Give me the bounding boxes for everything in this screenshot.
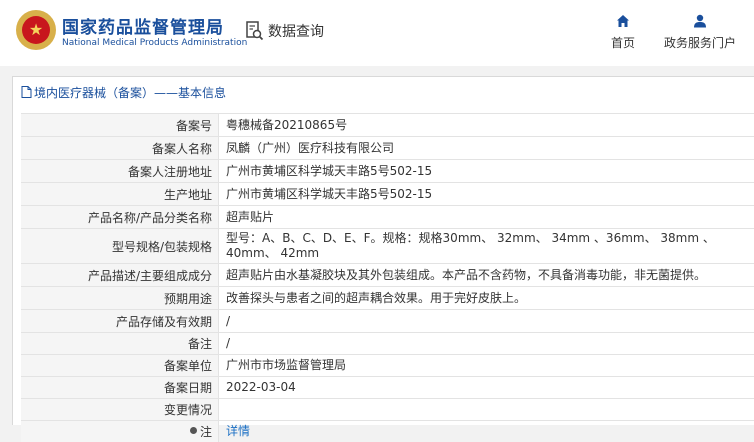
table-row: 预期用途 改善探头与患者之间的超声耦合效果。用于完好皮肤上。 (21, 286, 754, 309)
row-value: 凤麟（广州）医疗科技有限公司 (226, 140, 395, 155)
info-table: 备案号 粤穗械备20210865号 备案人名称 凤麟（广州）医疗科技有限公司 备… (21, 113, 754, 442)
pin-icon (189, 427, 197, 434)
row-value (219, 399, 754, 420)
row-value: / (226, 313, 231, 328)
site-title-en: National Medical Products Administration (62, 38, 248, 48)
row-label: 产品名称/产品分类名称 (21, 206, 219, 228)
row-label: 预期用途 (21, 287, 219, 309)
row-value: 2022-03-04 (226, 380, 296, 394)
data-query-label: 数据查询 (268, 24, 324, 40)
breadcrumb: 境内医疗器械（备案）——基本信息 (13, 77, 754, 107)
row-label: 产品描述/主要组成成分 (21, 264, 219, 286)
table-row: 产品存储及有效期 / (21, 309, 754, 332)
national-emblem-logo: ★ (16, 10, 56, 50)
row-value: 广州市市场监督管理局 (226, 358, 347, 372)
table-row: 产品描述/主要组成成分 超声贴片由水基凝胶块及其外包装组成。本产品不含药物，不具… (21, 263, 754, 286)
nav-home-label: 首页 (610, 36, 635, 50)
table-row: 备案单位 广州市市场监督管理局 (21, 354, 754, 376)
row-value: 广州市黄埔区科学城天丰路5号502-15 (226, 163, 433, 178)
document-search-icon (246, 21, 264, 41)
note-label: 注 (199, 425, 212, 439)
row-value: / (226, 336, 231, 350)
document-icon (21, 86, 32, 98)
row-label: 备案人注册地址 (21, 160, 219, 182)
site-header: ★ 国家药品监督管理局 National Medical Products Ad… (0, 0, 754, 66)
user-icon (694, 14, 706, 28)
row-label: 型号规格/包装规格 (21, 229, 219, 263)
row-label: 生产地址 (21, 183, 219, 205)
row-label: 备案单位 (21, 355, 219, 376)
row-label: 变更情况 (21, 399, 219, 420)
nav-service-portal[interactable]: 政务服务门户 (660, 14, 740, 51)
home-icon (617, 15, 629, 27)
row-value: 超声贴片由水基凝胶块及其外包装组成。本产品不含药物，不具备消毒功能，非无菌提供。 (226, 267, 707, 282)
row-value: 粤穗械备20210865号 (226, 117, 348, 132)
table-row: 备案人名称 凤麟（广州）医疗科技有限公司 (21, 136, 754, 159)
table-row: 产品名称/产品分类名称 超声贴片 (21, 205, 754, 228)
nav-home[interactable]: 首页 (606, 14, 640, 51)
row-label: 备案人名称 (21, 137, 219, 159)
row-value: 超声贴片 (226, 209, 275, 224)
table-row: 注 详情 (21, 420, 754, 442)
site-title-cn: 国家药品监督管理局 (62, 18, 224, 38)
table-row: 备案人注册地址 广州市黄埔区科学城天丰路5号502-15 (21, 159, 754, 182)
data-query-link[interactable]: 数据查询 (246, 20, 324, 42)
row-value: 型号：A、B、C、D、E、F。规格：规格30mm、 32mm、 34mm 、36… (226, 231, 715, 260)
breadcrumb-text: 境内医疗器械（备案）——基本信息 (34, 85, 227, 100)
table-row: 备案日期 2022-03-04 (21, 376, 754, 398)
table-row: 生产地址 广州市黄埔区科学城天丰路5号502-15 (21, 182, 754, 205)
row-value: 广州市黄埔区科学城天丰路5号502-15 (226, 186, 433, 201)
row-label-note: 注 (21, 421, 219, 442)
row-label: 备案号 (21, 114, 219, 136)
detail-panel: 境内医疗器械（备案）——基本信息 备案号 粤穗械备20210865号 备案人名称… (12, 76, 754, 442)
row-label: 产品存储及有效期 (21, 310, 219, 332)
details-link[interactable]: 详情 (219, 421, 754, 442)
row-label: 备注 (21, 333, 219, 354)
nav-service-label: 政务服务门户 (663, 36, 736, 50)
table-row: 变更情况 (21, 398, 754, 420)
row-value: 改善探头与患者之间的超声耦合效果。用于完好皮肤上。 (226, 290, 527, 305)
table-row: 型号规格/包装规格 型号：A、B、C、D、E、F。规格：规格30mm、 32mm… (21, 228, 754, 263)
table-row: 备案号 粤穗械备20210865号 (21, 113, 754, 136)
row-label: 备案日期 (21, 377, 219, 398)
table-row: 备注 / (21, 332, 754, 354)
